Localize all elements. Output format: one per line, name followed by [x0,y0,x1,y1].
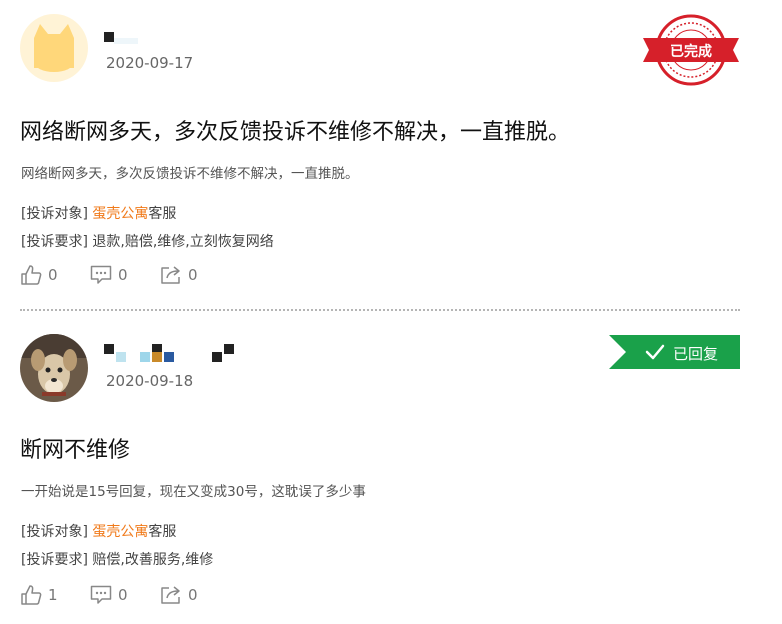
completed-stamp: 已完成 [641,14,741,86]
complaint-description: 一开始说是15号回复，现在又变成30号，这耽误了多少事 [21,484,366,500]
replied-badge: 已回复 [609,335,740,369]
target-company-link[interactable]: 蛋壳公寓 [92,524,148,540]
comment-icon [90,265,112,284]
target-label: [投诉对象] [21,206,88,222]
user-avatar[interactable] [20,14,88,82]
action-bar: 0 0 0 [20,264,320,286]
comment-count: 0 [118,266,128,284]
comment-button[interactable]: 0 [90,584,128,606]
target-label: [投诉对象] [21,524,88,540]
thumbs-up-icon [21,265,42,285]
share-button[interactable]: 0 [160,264,198,286]
replied-label: 已回复 [673,345,719,363]
target-company-link[interactable]: 蛋壳公寓 [92,206,148,222]
complaint-demand: [投诉要求] 退款,赔偿,维修,立刻恢复网络 [21,231,274,251]
share-icon [161,586,180,604]
like-button[interactable]: 0 [20,264,58,286]
complaint-target: [投诉对象] 蛋壳公寓客服 [21,203,176,223]
user-avatar[interactable] [20,334,88,402]
action-bar: 1 0 0 [20,584,320,606]
target-suffix: 客服 [148,206,177,222]
share-count: 0 [188,266,198,284]
demand-value: 退款,赔偿,维修,立刻恢复网络 [92,234,274,250]
share-count: 0 [188,586,198,604]
share-icon [161,266,180,284]
user-name-masked [104,32,264,48]
complaint-demand: [投诉要求] 赔偿,改善服务,维修 [21,549,213,569]
comment-count: 0 [118,586,128,604]
post-date: 2020-09-18 [106,372,194,390]
complaint-description: 网络断网多天，多次反馈投诉不维修不解决，一直推脱。 [21,166,359,182]
complaint-card: 2020-09-18 已回复 断网不维修 一开始说是15号回复，现在又变成30号… [0,312,782,624]
check-icon [645,344,665,360]
complaint-title[interactable]: 网络断网多天，多次反馈投诉不维修不解决，一直推脱。 [20,114,570,146]
share-button[interactable]: 0 [160,584,198,606]
demand-label: [投诉要求] [21,234,88,250]
comment-button[interactable]: 0 [90,264,128,286]
target-suffix: 客服 [148,524,177,540]
post-date: 2020-09-17 [106,54,194,72]
user-name-masked [104,344,264,362]
complaint-card: 2020-09-17 已完成 网络断网多天，多次反馈投诉不维修不解决，一直推脱。… [0,0,782,310]
stamp-text: 已完成 [670,43,712,60]
thumbs-up-icon [21,585,42,605]
complaint-target: [投诉对象] 蛋壳公寓客服 [21,521,176,541]
comment-icon [90,585,112,604]
complaint-title[interactable]: 断网不维修 [20,432,130,464]
demand-label: [投诉要求] [21,552,88,568]
demand-value: 赔偿,改善服务,维修 [92,552,214,568]
like-count: 0 [48,266,58,284]
card-divider [20,309,740,311]
like-button[interactable]: 1 [20,584,58,606]
like-count: 1 [48,586,58,604]
